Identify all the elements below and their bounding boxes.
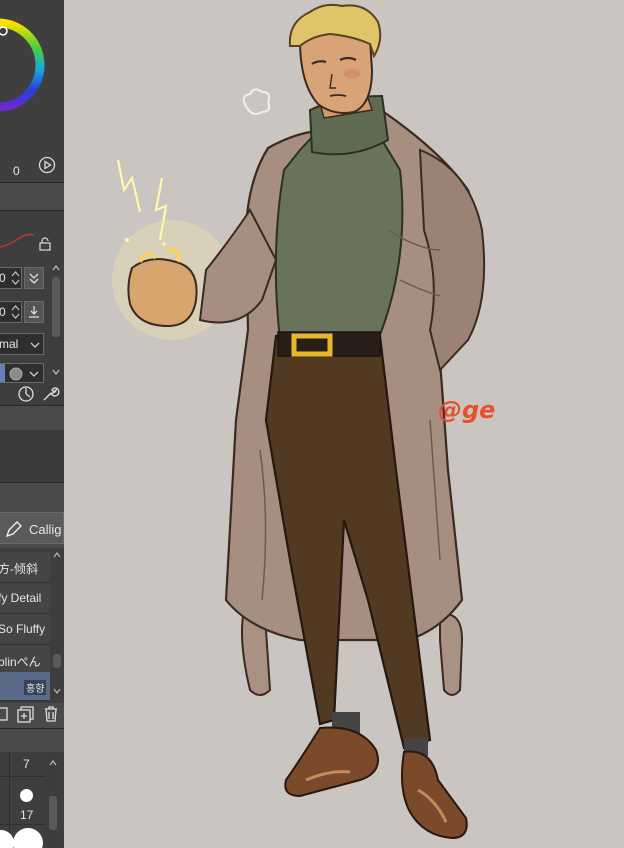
brush-list-scrollbar[interactable] [51,548,63,700]
lock-icon[interactable] [38,237,52,251]
color-opacity-value: 0 [13,164,20,178]
separator [0,728,64,729]
color-wheel[interactable] [0,0,48,150]
opacity-value: 0 [0,305,6,319]
brush-size-dot[interactable] [0,830,14,848]
panel-gap [0,183,64,210]
scroll-down-icon[interactable] [52,686,62,696]
list-item[interactable]: fy Detail [0,583,50,614]
blend-mode-value: mal [0,337,19,351]
scroll-thumb[interactable] [53,654,61,668]
brush-size-palette: 7 17 [0,752,64,848]
round-tip-icon [9,367,23,381]
sub-tool-detail-panel [0,430,64,482]
scroll-up-icon[interactable] [51,263,61,273]
brush-size-dot[interactable] [20,789,33,802]
scroll-thumb[interactable] [52,277,60,337]
tip-swatch-selected [0,364,5,382]
brush-list: 方-倾斜 fy Detail So Fluffy blinぺん 홍향 [0,548,64,703]
stroke-preview [0,233,35,248]
double-chevron-icon [29,273,39,284]
size-palette-scrollbar[interactable] [47,752,59,848]
tab-calligraphy[interactable]: Callig [0,512,64,544]
size-row-divider [0,776,46,777]
brush-tip-select[interactable] [0,363,44,383]
blend-mode-select[interactable]: mal [0,333,44,355]
stepper-icon[interactable] [11,304,20,320]
list-item[interactable]: So Fluffy [0,614,50,645]
brush-size-dot[interactable] [13,828,43,848]
brush-list-actions [0,703,64,727]
artist-signature: @ge [438,396,496,424]
chevron-down-icon [29,371,39,377]
separator [0,405,64,406]
brush-group-tabbar: Callig [0,508,64,548]
list-item-label: So Fluffy [0,622,46,636]
property-scrollbar[interactable] [50,261,62,381]
copy-icon[interactable] [0,705,10,723]
opacity-dynamics-button[interactable] [24,301,44,323]
tool-property-section: 0 0 mal [0,211,64,405]
brush-size-label[interactable]: 17 [20,808,33,822]
size-dynamics-button[interactable] [24,267,44,289]
wrench-icon[interactable] [40,384,60,404]
brush-size-label[interactable]: 7 [23,757,30,771]
scroll-thumb[interactable] [49,796,57,830]
character-illustration [112,3,486,840]
opacity-field[interactable]: 0 [0,301,22,323]
list-item-label: fy Detail [0,591,42,605]
pen-icon [5,521,22,538]
left-tool-panel: 0 0 0 mal Callig 方-倾斜 fy Detail So Fluff… [0,0,64,848]
stabilization-icon[interactable] [16,384,36,404]
play-icon[interactable] [38,156,56,174]
chevron-down-icon [30,342,40,348]
list-item-label: blinぺん [0,655,41,669]
separator [0,482,64,483]
scroll-up-icon[interactable] [48,758,58,768]
brush-size-field[interactable]: 0 [0,267,22,289]
drawing-canvas[interactable]: @ge [64,0,624,848]
download-icon [29,306,39,318]
scroll-up-icon[interactable] [52,550,62,560]
add-icon[interactable] [16,705,36,723]
list-item-selected[interactable]: 홍향 [0,672,50,701]
list-item[interactable]: 方-倾斜 [0,552,50,583]
color-wheel-section: 0 [0,0,64,182]
size-row-divider [0,824,46,825]
stepper-icon[interactable] [11,270,20,286]
scroll-down-icon[interactable] [51,367,61,377]
trash-icon[interactable] [42,705,60,723]
list-item-label: 홍향 [24,680,47,695]
tab-label: Callig [29,522,62,537]
list-item-label: 方-倾斜 [0,562,38,576]
brush-size-value: 0 [0,271,6,285]
